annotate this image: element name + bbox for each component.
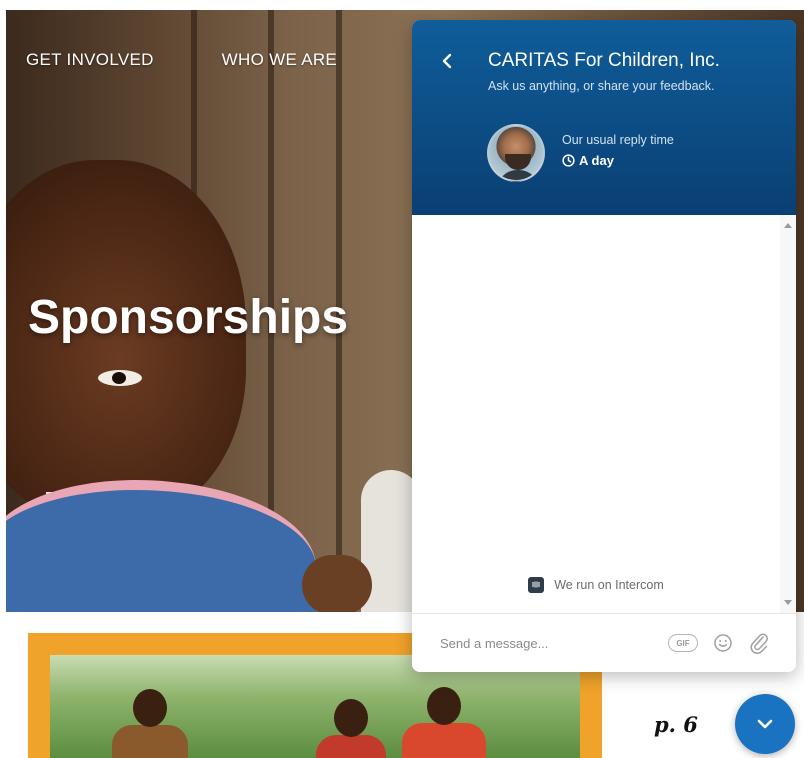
team-name: CARITAS For Children, Inc. [488, 50, 720, 71]
conversation-area[interactable] [412, 215, 796, 613]
reply-time-value: A day [579, 153, 614, 168]
clock-icon [562, 154, 575, 167]
reply-time: A day [562, 153, 614, 168]
photo-child [112, 689, 188, 758]
messenger-header: CARITAS For Children, Inc. Ask us anythi… [412, 20, 796, 215]
emoji-button[interactable] [712, 632, 734, 654]
smiley-icon [714, 634, 732, 652]
message-composer: GIF [412, 613, 796, 672]
hero-photo-hand [302, 555, 372, 612]
message-input[interactable] [440, 632, 640, 654]
nav-get-involved[interactable]: GET INVOLVED [26, 50, 154, 70]
conversation-scrollbar[interactable] [780, 215, 796, 613]
scroll-down-arrow[interactable] [784, 600, 792, 605]
hero-photo-eye [98, 370, 142, 386]
intercom-branding[interactable]: We run on Intercom [412, 577, 780, 593]
chevron-left-icon [442, 53, 452, 69]
intercom-logo-icon [528, 577, 545, 593]
chevron-down-icon [757, 719, 773, 729]
page-title: Sponsorships [28, 291, 349, 344]
team-intro: Ask us anything, or share your feedback. [488, 79, 715, 93]
scroll-up-arrow[interactable] [784, 223, 792, 228]
back-button[interactable] [438, 50, 456, 72]
reply-time-label: Our usual reply time [562, 133, 674, 147]
photo-child [316, 699, 386, 758]
paperclip-icon [750, 633, 768, 654]
photo-child [402, 687, 486, 758]
site-nav: GET INVOLVED WHO WE ARE [26, 50, 337, 70]
messenger-window: CARITAS For Children, Inc. Ask us anythi… [412, 20, 796, 672]
gif-label: GIF [676, 638, 690, 648]
nav-who-we-are[interactable]: WHO WE ARE [222, 50, 337, 70]
messenger-launcher-button[interactable] [735, 694, 795, 754]
branding-text: We run on Intercom [554, 578, 664, 592]
page-number: p. 6 [654, 712, 698, 737]
gif-button[interactable]: GIF [668, 634, 698, 652]
attachment-button[interactable] [748, 631, 770, 655]
avatar [487, 124, 545, 182]
